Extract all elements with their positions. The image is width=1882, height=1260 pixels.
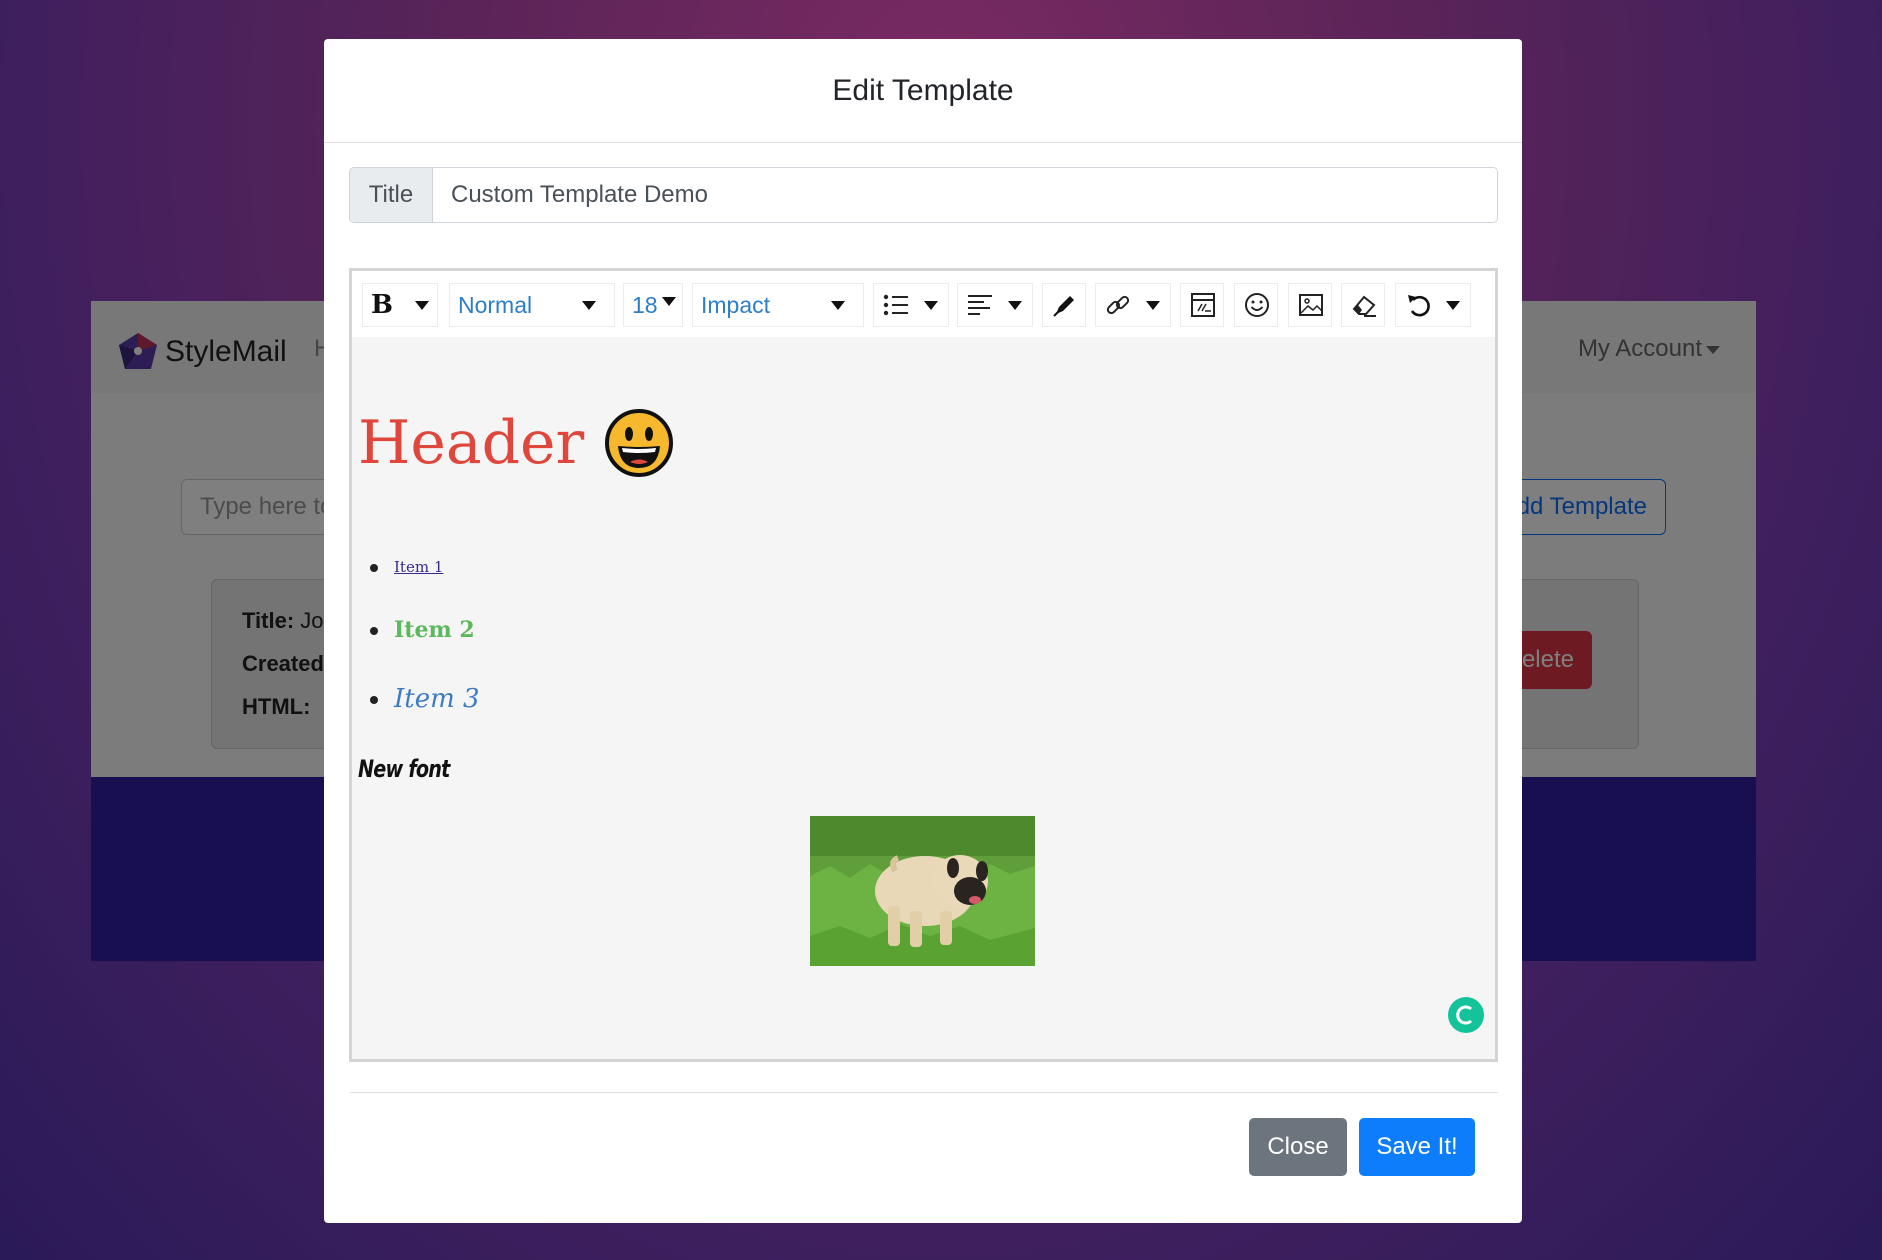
undo-button[interactable] (1395, 283, 1471, 327)
list-item-2: Item 2 (394, 617, 475, 643)
undo-caret-icon (1446, 301, 1460, 310)
bullet-2 (370, 627, 378, 635)
link-button[interactable] (1095, 283, 1171, 327)
modal-header: Edit Template (324, 39, 1522, 143)
font-size-value: 18 (632, 291, 658, 318)
align-button[interactable] (957, 283, 1033, 327)
bold-icon: B (371, 290, 393, 320)
pug-image[interactable] (810, 816, 1035, 966)
bold-dropdown-caret-icon (415, 301, 429, 310)
title-label: Title (350, 168, 433, 222)
list-caret-icon (924, 301, 938, 310)
new-font-text: New font (358, 755, 450, 783)
emoji-icon (1245, 293, 1269, 317)
font-family-caret-icon (831, 301, 845, 310)
grinning-face-emoji-icon (605, 409, 674, 477)
undo-icon (1408, 295, 1430, 317)
grammarly-c-icon (1456, 1005, 1472, 1025)
link-caret-icon (1146, 301, 1160, 310)
image-button[interactable] (1288, 283, 1332, 327)
modal-footer-divider (349, 1092, 1498, 1093)
image-icon (1299, 294, 1323, 316)
title-input-group: Title (349, 167, 1498, 223)
content-header: Header (358, 408, 674, 478)
bullet-3 (370, 696, 378, 704)
pen-icon (1053, 296, 1074, 317)
style-select[interactable]: Normal (449, 283, 615, 327)
list-item-1: Item 1 (394, 558, 444, 576)
list-icon (883, 294, 908, 316)
embed-button[interactable] (1180, 283, 1224, 327)
color-pen-button[interactable] (1042, 283, 1086, 327)
modal-title: Edit Template (832, 73, 1014, 107)
eraser-icon (1352, 295, 1376, 317)
list-item-3: Item 3 (394, 684, 480, 714)
header-text: Header (358, 408, 585, 478)
font-size-select[interactable]: 18 (623, 283, 683, 327)
rich-text-editor: B Normal 18 Impact Header Item 1 Item 2 … (349, 268, 1498, 1062)
align-left-icon (968, 295, 992, 315)
style-select-value: Normal (458, 291, 533, 318)
title-input[interactable] (433, 168, 1497, 222)
emoji-button[interactable] (1234, 283, 1278, 327)
bold-button[interactable]: B (362, 283, 438, 327)
editor-toolbar: B Normal 18 Impact (352, 271, 1495, 337)
style-caret-icon (582, 301, 596, 310)
list-button[interactable] (873, 283, 949, 327)
close-button[interactable]: Close (1249, 1118, 1347, 1176)
table-icon (1191, 293, 1215, 317)
editor-content[interactable]: Header Item 1 Item 2 Item 3 New font (352, 337, 1495, 1059)
clear-format-button[interactable] (1341, 283, 1385, 327)
edit-template-modal: Edit Template Title B Normal 18 Impa (324, 39, 1522, 1223)
font-family-select[interactable]: Impact (692, 283, 864, 327)
save-button[interactable]: Save It! (1359, 1118, 1475, 1176)
link-icon (1106, 295, 1130, 315)
grammarly-icon[interactable] (1448, 997, 1484, 1033)
align-caret-icon (1008, 301, 1022, 310)
font-size-caret-icon (662, 297, 676, 306)
bullet-1 (370, 564, 378, 572)
font-family-value: Impact (701, 291, 771, 318)
